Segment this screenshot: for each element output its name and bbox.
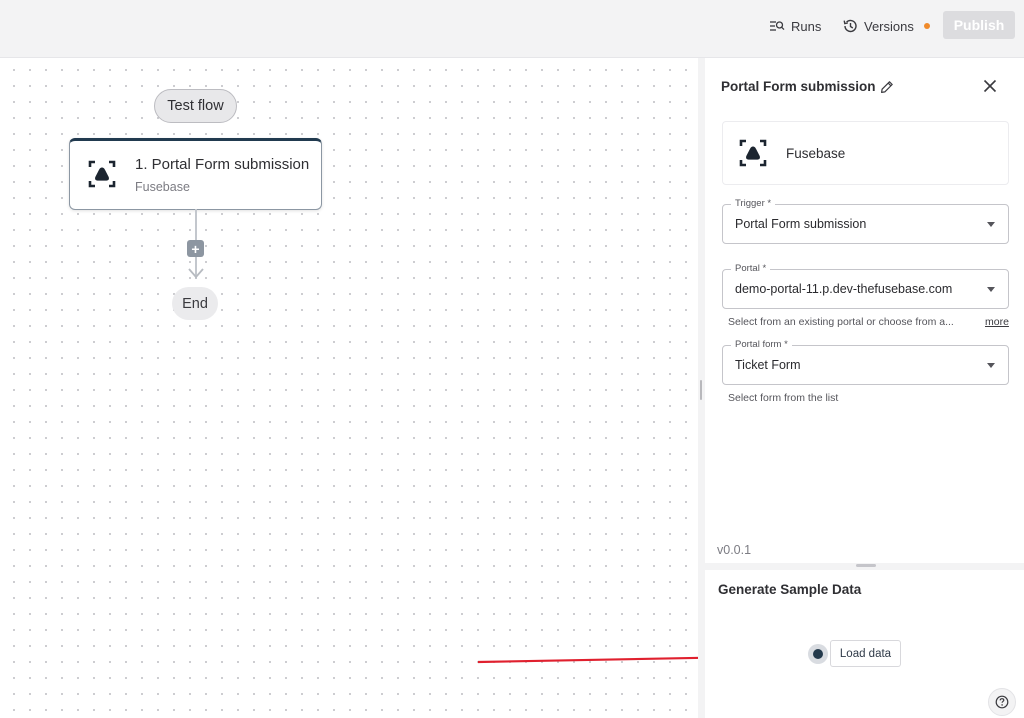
radio-dot [813, 649, 823, 659]
step-subtitle: Fusebase [135, 180, 190, 194]
trigger-value: Portal Form submission [735, 217, 867, 231]
resize-handle[interactable] [856, 564, 876, 567]
chevron-down-icon [987, 222, 995, 227]
history-icon [843, 19, 857, 33]
runs-button[interactable]: Runs [769, 14, 821, 38]
load-data-button[interactable]: Load data [830, 640, 901, 667]
versions-indicator-dot [923, 23, 930, 29]
load-data-radio[interactable] [808, 644, 828, 664]
panel-title-text: Portal Form submission [721, 79, 876, 94]
portal-helper-text: Select from an existing portal or choose… [728, 316, 954, 328]
portal-form-label: Portal form * [731, 339, 792, 351]
test-flow-button[interactable]: Test flow [154, 89, 237, 123]
piece-version: v0.0.1 [717, 543, 752, 557]
portal-form-helper-text: Select form from the list [728, 392, 839, 404]
versions-button[interactable]: Versions [842, 14, 930, 38]
fusebase-logo-icon [88, 160, 116, 188]
pencil-icon[interactable] [880, 80, 894, 94]
portal-value: demo-portal-11.p.dev-thefusebase.com [735, 282, 953, 296]
canvas-panel-divider[interactable] [698, 58, 705, 718]
close-icon[interactable] [982, 78, 998, 94]
versions-label: Versions [864, 18, 914, 34]
question-circle-icon [995, 695, 1009, 709]
chevron-down-icon [987, 287, 995, 292]
more-link[interactable]: more [985, 316, 1009, 328]
help-button[interactable] [988, 688, 1016, 716]
sample-data-title: Generate Sample Data [718, 582, 862, 597]
publish-button[interactable]: Publish [943, 11, 1015, 39]
step-settings-panel: Portal Form submission Fusebase Trigger … [705, 58, 1024, 563]
trigger-label: Trigger * [731, 198, 776, 210]
sample-data-panel: Generate Sample Data Load data [705, 570, 1024, 718]
step-title: 1. Portal Form submission [135, 156, 310, 173]
arrow-down-icon [188, 268, 204, 279]
trigger-select[interactable]: Trigger * Portal Form submission [722, 198, 1009, 244]
portal-select[interactable]: Portal * demo-portal-11.p.dev-thefusebas… [722, 263, 1009, 309]
portal-form-select[interactable]: Portal form * Ticket Form [722, 339, 1009, 385]
trigger-step-card[interactable]: 1. Portal Form submission Fusebase [69, 138, 322, 210]
top-toolbar: Runs Versions Publish [0, 0, 1024, 58]
fusebase-logo-icon [739, 139, 767, 167]
panel-resize-bar[interactable] [705, 563, 1024, 570]
runs-label: Runs [791, 18, 822, 34]
runs-list-icon [770, 21, 785, 31]
piece-name: Fusebase [786, 146, 846, 161]
flow-canvas[interactable]: Test flow 1. Portal Form submission Fuse… [0, 58, 808, 718]
add-step-button[interactable]: + [187, 240, 204, 257]
end-node: End [172, 287, 218, 320]
portal-label: Portal * [731, 263, 771, 275]
divider-handle[interactable] [700, 380, 702, 400]
piece-info-card: Fusebase [722, 121, 1009, 185]
panel-title: Portal Form submission [721, 79, 894, 94]
portal-form-value: Ticket Form [735, 358, 801, 372]
chevron-down-icon [987, 363, 995, 368]
